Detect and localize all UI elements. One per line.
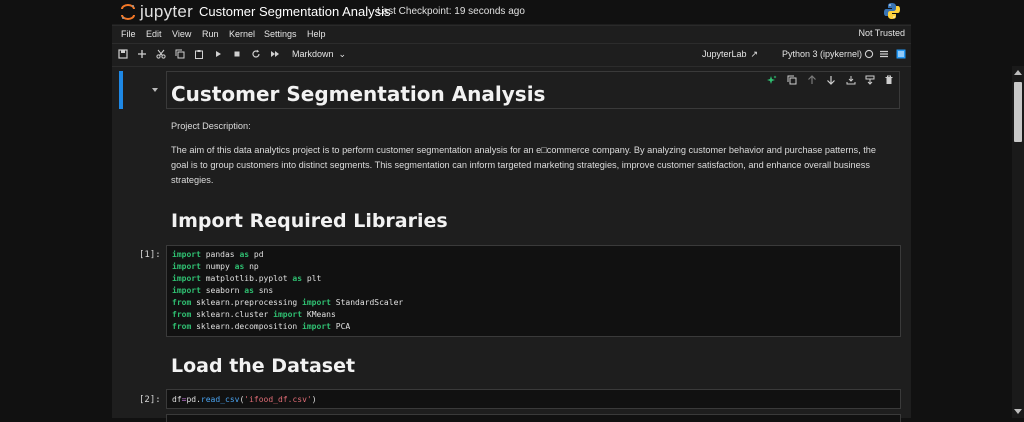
menu-edit[interactable]: Edit [146, 29, 162, 39]
python-logo-icon [883, 2, 901, 20]
code-line: from sklearn.decomposition import PCA [172, 322, 351, 331]
cell-type-select[interactable]: Markdown ⌄ [292, 49, 346, 60]
hamburger-menu-icon[interactable] [878, 49, 889, 60]
menu-bar: File Edit View Run Kernel Settings Help … [112, 25, 911, 43]
kernel-idle-icon [863, 49, 874, 60]
project-description-label: Project Description: [171, 121, 251, 131]
jupyter-logo[interactable]: jupyter [120, 2, 193, 22]
trust-status[interactable]: Not Trusted [858, 28, 905, 38]
menu-kernel[interactable]: Kernel [229, 29, 255, 39]
menu-help[interactable]: Help [307, 29, 326, 39]
code-line: import pandas as pd [172, 250, 264, 259]
move-down-icon[interactable] [826, 75, 836, 85]
code-line: from sklearn.cluster import KMeans [172, 310, 336, 319]
code-cell-next[interactable] [166, 414, 901, 422]
jupyter-logo-icon [120, 4, 136, 20]
outer-left-margin [0, 0, 112, 418]
description-line-3: strategies. [171, 175, 214, 185]
code-line: df=pd.read_csv('ifood_df.csv') [172, 395, 317, 404]
property-inspector-icon[interactable] [895, 49, 906, 60]
collapse-heading-icon[interactable] [152, 88, 158, 92]
run-icon[interactable] [212, 49, 223, 60]
notebook-heading: Customer Segmentation Analysis [171, 82, 546, 106]
scroll-up-icon[interactable] [1014, 70, 1022, 75]
cell-prompt-1: [1]: [139, 250, 161, 260]
code-line: import seaborn as sns [172, 286, 274, 295]
notebook-title[interactable]: Customer Segmentation Analysis [199, 4, 390, 19]
code-line: import matplotlib.pyplot as plt [172, 274, 322, 283]
code-line: import numpy as np [172, 262, 259, 271]
menu-run[interactable]: Run [202, 29, 219, 39]
scroll-down-icon[interactable] [1014, 409, 1022, 414]
kernel-label: Python 3 (ipykernel) [782, 49, 863, 59]
paste-icon[interactable] [193, 49, 204, 60]
duplicate-cell-icon[interactable] [787, 75, 797, 85]
fast-forward-icon[interactable] [269, 49, 280, 60]
header: jupyter Customer Segmentation Analysis L… [112, 0, 911, 24]
copy-icon[interactable] [174, 49, 185, 60]
restart-icon[interactable] [250, 49, 261, 60]
vertical-scrollbar[interactable] [1012, 66, 1024, 418]
menu-file[interactable]: File [121, 29, 136, 39]
description-line-1: The aim of this data analytics project i… [171, 145, 876, 155]
delete-cell-icon[interactable] [884, 75, 894, 85]
move-up-icon[interactable] [807, 75, 817, 85]
code-cell-load[interactable]: df=pd.read_csv('ifood_df.csv') [166, 389, 901, 409]
cut-icon[interactable] [155, 49, 166, 60]
chevron-down-icon: ⌄ [338, 49, 347, 59]
scroll-thumb[interactable] [1014, 82, 1022, 142]
external-link-icon: ↗ [750, 49, 759, 59]
menu-settings[interactable]: Settings [264, 29, 297, 39]
sparkle-icon[interactable] [767, 75, 777, 85]
code-line: from sklearn.preprocessing import Standa… [172, 298, 404, 307]
load-heading: Load the Dataset [171, 355, 356, 377]
import-heading: Import Required Libraries [171, 210, 448, 232]
stop-icon[interactable] [231, 49, 242, 60]
open-jupyterlab-link[interactable]: JupyterLab ↗ [702, 49, 758, 60]
checkpoint-status: Last Checkpoint: 19 seconds ago [377, 6, 525, 17]
description-line-2: goal is to group customers into distinct… [171, 160, 870, 170]
cell-prompt-2: [2]: [139, 395, 161, 405]
outer-right-margin [911, 0, 1012, 418]
cell-type-value: Markdown [292, 49, 334, 59]
code-cell-imports[interactable]: import pandas as pd import numpy as np i… [166, 245, 901, 337]
jupyterlab-label: JupyterLab [702, 49, 747, 59]
logo-text: jupyter [140, 2, 194, 21]
notebook-toolbar: Markdown ⌄ JupyterLab ↗ Python 3 (ipykerne… [112, 43, 911, 67]
insert-below-icon[interactable] [865, 75, 875, 85]
insert-above-icon[interactable] [846, 75, 856, 85]
kernel-status[interactable]: Python 3 (ipykernel) [782, 49, 862, 59]
active-cell-indicator [119, 71, 123, 109]
menu-view[interactable]: View [172, 29, 191, 39]
add-cell-icon[interactable] [136, 49, 147, 60]
save-icon[interactable] [117, 49, 128, 60]
